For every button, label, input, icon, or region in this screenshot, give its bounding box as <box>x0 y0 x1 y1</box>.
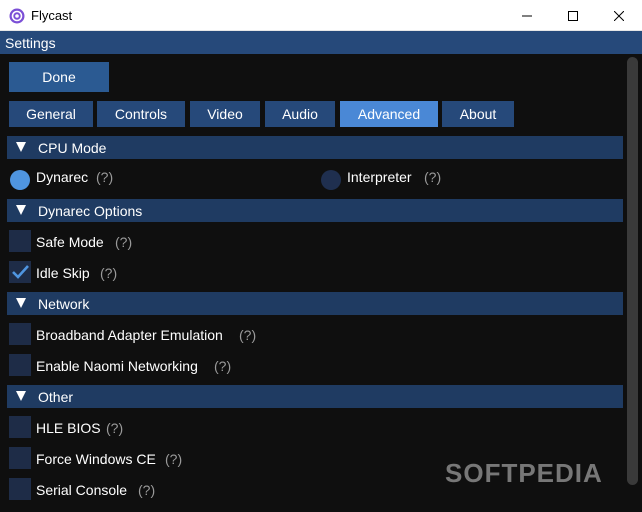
softpedia-watermark: SOFTPEDIA <box>445 458 603 488</box>
flycast-logo-icon <box>9 8 25 24</box>
help-marker[interactable]: (?) <box>165 451 182 467</box>
tab-advanced[interactable]: Advanced <box>340 101 438 127</box>
close-icon <box>614 10 624 21</box>
help-marker[interactable]: (?) <box>239 327 256 343</box>
checkbox-label: Broadband Adapter Emulation <box>36 327 223 343</box>
checkbox-serial-console[interactable]: Serial Console (?) <box>0 478 400 502</box>
collapse-arrow-icon <box>16 391 26 401</box>
checkbox-broadband-adapter[interactable]: Broadband Adapter Emulation (?) <box>0 323 400 347</box>
section-title: CPU Mode <box>38 140 107 156</box>
help-marker[interactable]: (?) <box>214 358 231 374</box>
checkbox-label: Force Windows CE <box>36 451 156 467</box>
checkbox-box[interactable] <box>9 323 31 345</box>
section-network[interactable]: Network <box>7 292 623 315</box>
checkbox-box[interactable] <box>9 416 31 438</box>
section-title: Dynarec Options <box>38 203 143 219</box>
scrollbar-thumb[interactable] <box>627 57 638 485</box>
collapse-arrow-icon <box>16 298 26 308</box>
done-button[interactable]: Done <box>9 62 109 92</box>
maximize-button[interactable] <box>550 0 596 31</box>
help-marker[interactable]: (?) <box>115 234 132 250</box>
radio-dynarec[interactable]: Dynarec (?) <box>0 169 320 193</box>
checkbox-box[interactable] <box>9 261 31 283</box>
maximize-icon <box>568 10 578 21</box>
help-marker[interactable]: (?) <box>424 169 441 185</box>
collapse-arrow-icon <box>16 142 26 152</box>
section-title: Other <box>38 389 74 405</box>
radio-unselected-icon[interactable] <box>321 170 341 190</box>
collapse-arrow-icon <box>16 205 26 215</box>
minimize-icon <box>522 15 532 16</box>
close-button[interactable] <box>596 0 642 31</box>
help-marker[interactable]: (?) <box>106 420 123 436</box>
checkmark-icon <box>12 265 29 279</box>
minimize-button[interactable] <box>504 0 550 31</box>
settings-window: Settings Done General Controls Video Aud… <box>0 31 642 512</box>
checkbox-box[interactable] <box>9 478 31 500</box>
radio-selected-icon[interactable] <box>10 170 30 190</box>
tab-controls[interactable]: Controls <box>97 101 185 127</box>
tab-video[interactable]: Video <box>190 101 260 127</box>
section-title: Network <box>38 296 90 312</box>
tab-about[interactable]: About <box>442 101 514 127</box>
section-dynarec-options[interactable]: Dynarec Options <box>7 199 623 222</box>
checkbox-box[interactable] <box>9 230 31 252</box>
checkbox-naomi-networking[interactable]: Enable Naomi Networking (?) <box>0 354 400 378</box>
checkbox-label: Enable Naomi Networking <box>36 358 198 374</box>
checkbox-label: HLE BIOS <box>36 420 101 436</box>
section-other[interactable]: Other <box>7 385 623 408</box>
radio-label: Dynarec <box>36 169 89 185</box>
window-title: Flycast <box>31 8 73 23</box>
checkbox-box[interactable] <box>9 447 31 469</box>
checkbox-label: Idle Skip <box>36 265 90 281</box>
radio-label: Interpreter <box>347 169 412 185</box>
checkbox-safe-mode[interactable]: Safe Mode (?) <box>0 230 400 254</box>
checkbox-hle-bios[interactable]: HLE BIOS (?) <box>0 416 400 440</box>
checkbox-force-windows-ce[interactable]: Force Windows CE (?) <box>0 447 400 471</box>
help-marker[interactable]: (?) <box>100 265 117 281</box>
tab-general[interactable]: General <box>9 101 93 127</box>
checkbox-box[interactable] <box>9 354 31 376</box>
section-cpu-mode[interactable]: CPU Mode <box>7 136 623 159</box>
help-marker[interactable]: (?) <box>96 169 113 185</box>
checkbox-label: Safe Mode <box>36 234 104 250</box>
checkbox-idle-skip[interactable]: Idle Skip (?) <box>0 261 400 285</box>
settings-header: Settings <box>0 31 642 54</box>
help-marker[interactable]: (?) <box>138 482 155 498</box>
page-title: Settings <box>5 35 56 51</box>
tab-audio[interactable]: Audio <box>265 101 335 127</box>
window-titlebar: Flycast <box>0 0 642 31</box>
checkbox-label: Serial Console <box>36 482 128 498</box>
radio-interpreter[interactable]: Interpreter (?) <box>318 169 618 193</box>
